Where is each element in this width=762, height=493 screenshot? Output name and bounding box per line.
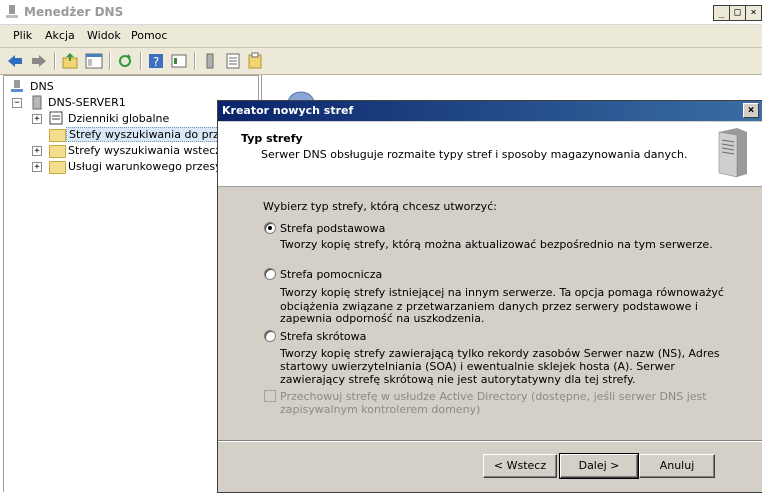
stub-zone-desc-line: startowy uwierzytelniania (SOA) i ewentu…	[280, 360, 675, 373]
next-button[interactable]: Dalej >	[559, 453, 639, 479]
stub-zone-desc-line: zawierający strefę skrótową nie jest aut…	[280, 373, 636, 386]
tree-label: DNS	[30, 80, 54, 93]
forward-arrow-icon[interactable]	[30, 52, 48, 70]
collapse-icon[interactable]: −	[12, 98, 22, 108]
dns-icon	[11, 80, 23, 92]
primary-zone-label[interactable]: Strefa podstawowa	[280, 222, 385, 235]
zone-type-prompt: Wybierz typ strefy, którą chcesz utworzy…	[263, 200, 497, 213]
tree-label: DNS-SERVER1	[48, 96, 126, 109]
refresh-icon[interactable]	[116, 52, 134, 70]
store-in-ad-checkbox[interactable]	[264, 390, 276, 402]
primary-zone-radio[interactable]	[264, 222, 276, 234]
server-icon	[32, 95, 42, 110]
expand-icon[interactable]: +	[32, 146, 42, 156]
menu-view[interactable]: Widok	[87, 29, 121, 42]
secondary-zone-desc-line: zapewnia odporność na uszkodzenia.	[280, 312, 485, 325]
close-icon[interactable]: ×	[743, 103, 759, 118]
stub-zone-desc-line: Tworzy kopię strefy zawierającą tylko re…	[280, 347, 720, 360]
dns-manager-icon	[6, 5, 18, 18]
server-icon[interactable]	[201, 52, 219, 70]
server-tower-icon	[718, 128, 747, 178]
folder-icon	[49, 129, 66, 142]
folder-icon	[49, 145, 66, 158]
menu-action[interactable]: Akcja	[45, 29, 75, 42]
wizard-title-bar: Kreator nowych stref ×	[218, 101, 762, 121]
secondary-zone-desc-line: Tworzy kopię strefy istniejącej na innym…	[280, 286, 724, 299]
wizard-title: Kreator nowych stref	[222, 104, 354, 117]
stub-zone-radio[interactable]	[264, 330, 276, 342]
header-title: Typ strefy	[241, 132, 303, 145]
primary-zone-desc: Tworzy kopię strefy, którą można aktuali…	[280, 238, 713, 251]
svg-text:?: ?	[153, 55, 159, 69]
secondary-zone-radio[interactable]	[264, 268, 276, 280]
store-in-ad-label-line: zapisywalnym kontrolerem domeny)	[280, 403, 481, 416]
button-separator	[218, 440, 762, 442]
expand-icon[interactable]: +	[32, 114, 42, 124]
stub-zone-label[interactable]: Strefa skrótowa	[280, 330, 366, 343]
menu-bar: Plik Akcja Widok Pomoc	[0, 25, 762, 48]
store-in-ad-label-line[interactable]: Przechowuj strefę w usłudze Active Direc…	[280, 390, 707, 403]
new-zone-wizard-dialog: Kreator nowych stref × Typ strefy Serwer…	[217, 100, 762, 493]
list-icon[interactable]	[224, 52, 242, 70]
properties-icon[interactable]	[170, 52, 188, 70]
up-folder-icon[interactable]	[61, 52, 79, 70]
close-window-button[interactable]: ×	[745, 5, 762, 21]
menu-help[interactable]: Pomoc	[131, 29, 167, 42]
window-title: Menedżer DNS	[24, 5, 124, 19]
maximize-button[interactable]: □	[729, 5, 746, 21]
back-button[interactable]: < Wstecz	[483, 454, 557, 478]
menu-file[interactable]: Plik	[13, 29, 32, 42]
help-icon[interactable]: ?	[147, 52, 165, 70]
tree-label: Dzienniki globalne	[68, 112, 170, 125]
cancel-button[interactable]: Anuluj	[639, 454, 715, 478]
export-icon[interactable]	[246, 52, 264, 70]
secondary-zone-label[interactable]: Strefa pomocnicza	[280, 268, 382, 281]
header-subtitle: Serwer DNS obsługuje rozmaite typy stref…	[261, 148, 688, 161]
minimize-button[interactable]: _	[713, 5, 730, 21]
wizard-header: Typ strefy Serwer DNS obsługuje rozmaite…	[218, 122, 762, 187]
expand-icon[interactable]: +	[32, 162, 42, 172]
toolbar: ?	[0, 48, 762, 75]
folder-icon	[49, 161, 66, 174]
event-log-icon	[49, 111, 63, 125]
main-title-bar: Menedżer DNS _ □ ×	[0, 0, 762, 25]
back-arrow-icon[interactable]	[6, 52, 24, 70]
show-tree-icon[interactable]	[85, 52, 103, 70]
